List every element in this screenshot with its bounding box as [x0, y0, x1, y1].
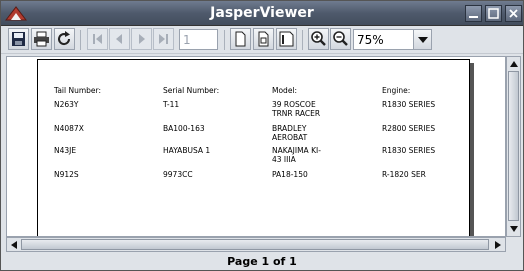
- actual-size-icon: [235, 31, 246, 47]
- next-page-button[interactable]: [131, 28, 152, 50]
- maximize-button[interactable]: [485, 5, 502, 22]
- toolbar-separator: [302, 30, 303, 50]
- actual-size-button[interactable]: [230, 28, 251, 50]
- zoom-in-button[interactable]: [308, 28, 329, 50]
- table-cell: 39 ROSCOE TRNR RACER: [272, 100, 321, 118]
- toolbar: 1 75%: [1, 26, 523, 54]
- toolbar-separator: [224, 30, 225, 50]
- title-bar[interactable]: JasperViewer: [1, 1, 523, 26]
- zoom-in-icon: [311, 31, 326, 46]
- reload-icon: [58, 31, 71, 46]
- print-button[interactable]: [31, 28, 52, 50]
- table-cell: N912S: [54, 170, 79, 179]
- zoom-dropdown-button[interactable]: [413, 29, 432, 50]
- previous-page-button[interactable]: [109, 28, 130, 50]
- report-page: Tail Number: Serial Number: Model: Engin…: [37, 59, 470, 236]
- page-number-input[interactable]: 1: [179, 29, 218, 50]
- table-cell: N4087X: [54, 124, 84, 133]
- vertical-scrollbar[interactable]: [506, 56, 521, 237]
- fit-page-button[interactable]: [253, 28, 274, 50]
- report-viewport[interactable]: Tail Number: Serial Number: Model: Engin…: [6, 56, 506, 237]
- table-cell: N263Y: [54, 100, 79, 109]
- minimize-icon: [469, 16, 478, 18]
- scroll-left-arrow-icon[interactable]: [8, 239, 20, 251]
- first-page-icon: [93, 34, 102, 44]
- next-page-icon: [139, 34, 145, 44]
- scroll-down-arrow-icon[interactable]: [508, 223, 520, 235]
- window-title: JasperViewer: [210, 5, 314, 21]
- last-page-icon: [159, 34, 168, 44]
- table-cell: R1830 SERIES: [382, 100, 436, 109]
- chevron-down-icon: [418, 37, 428, 43]
- table-cell: 9973CC: [163, 170, 193, 179]
- header-serial-number: Serial Number:: [163, 86, 220, 95]
- print-icon: [34, 31, 49, 47]
- first-page-button[interactable]: [87, 28, 108, 50]
- header-tail-number: Tail Number:: [54, 86, 102, 95]
- zoom-out-icon: [333, 31, 348, 46]
- header-engine: Engine:: [382, 86, 411, 95]
- close-button[interactable]: [505, 5, 522, 22]
- save-icon: [12, 32, 25, 46]
- toolbar-separator: [80, 30, 81, 50]
- fit-width-button[interactable]: [276, 28, 297, 50]
- table-cell: HAYABUSA 1: [163, 146, 211, 155]
- save-button[interactable]: [8, 28, 29, 50]
- page-status-label: Page 1 of 1: [227, 255, 297, 268]
- last-page-button[interactable]: [153, 28, 174, 50]
- header-model: Model:: [272, 86, 298, 95]
- close-icon: [509, 9, 518, 18]
- zoom-out-button[interactable]: [330, 28, 351, 50]
- scroll-up-arrow-icon[interactable]: [508, 58, 520, 70]
- table-cell: R1830 SERIES: [382, 146, 436, 155]
- zoom-select[interactable]: 75%: [353, 29, 413, 50]
- table-cell: BA100-163: [163, 124, 205, 133]
- vertical-scroll-thumb[interactable]: [508, 71, 519, 221]
- table-cell: N43JE: [54, 146, 77, 155]
- horizontal-scroll-thumb[interactable]: [21, 239, 489, 250]
- scroll-right-arrow-icon[interactable]: [492, 239, 504, 251]
- jasper-viewer-window: JasperViewer 1 75% Tail Number: Serial N…: [0, 0, 524, 271]
- table-cell: R2800 SERIES: [382, 124, 436, 133]
- fit-page-icon: [258, 31, 269, 47]
- maximize-icon: [488, 8, 499, 19]
- table-cell: NAKAJIMA KI- 43 IIIA: [272, 146, 321, 164]
- table-cell: PA18-150: [272, 170, 308, 179]
- table-cell: R-1820 SER: [382, 170, 426, 179]
- reload-button[interactable]: [54, 28, 75, 50]
- table-cell: BRADLEY AEROBAT: [272, 124, 308, 142]
- previous-page-icon: [116, 34, 122, 44]
- horizontal-scrollbar[interactable]: [6, 237, 506, 252]
- table-cell: T-11: [163, 100, 180, 109]
- fit-width-icon: [279, 31, 294, 47]
- minimize-button[interactable]: [465, 5, 482, 22]
